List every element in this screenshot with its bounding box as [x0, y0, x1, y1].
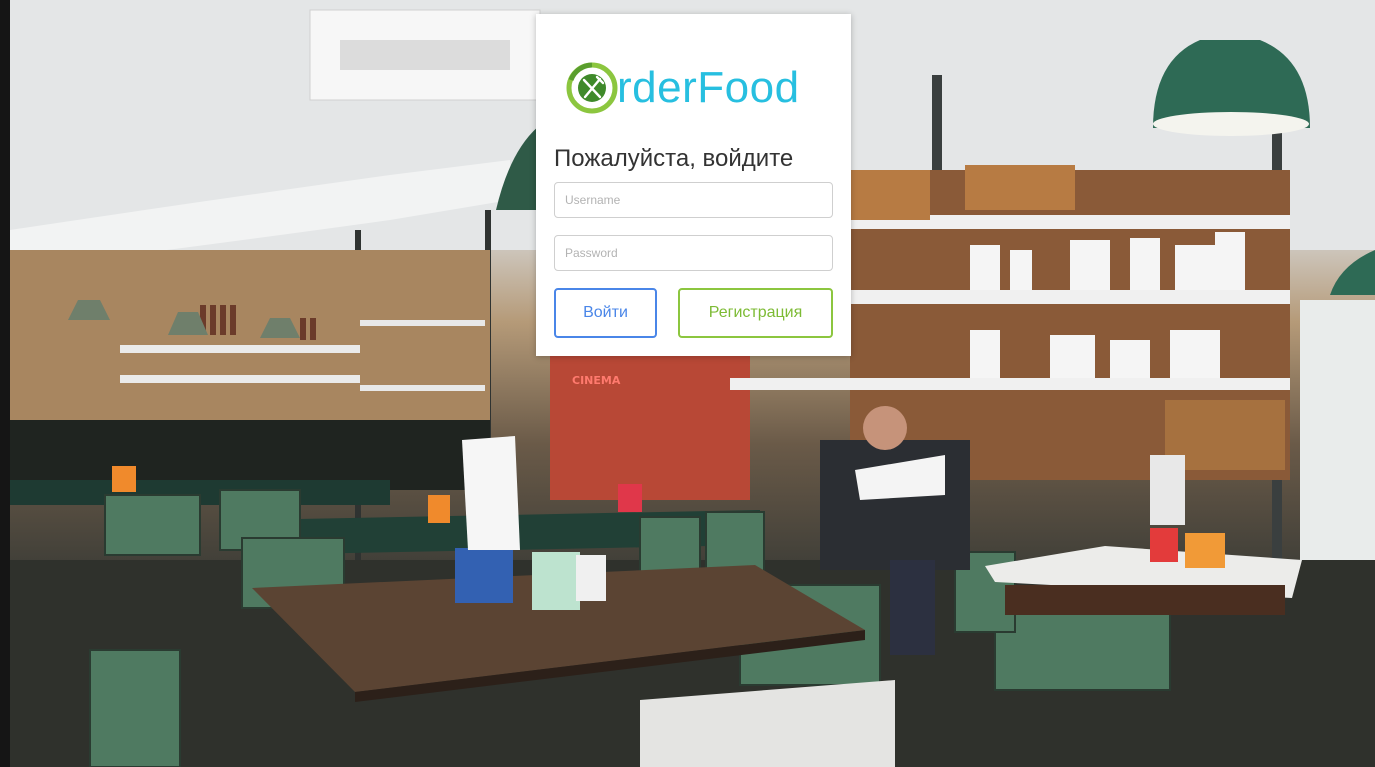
login-page: CINEMA rderFood Пожалуйста, войдите User… — [0, 0, 1375, 767]
brand-name: rderFood — [617, 63, 800, 112]
login-card: rderFood Пожалуйста, войдите Войти Регис… — [536, 14, 851, 356]
login-heading: Пожалуйста, войдите — [554, 145, 794, 172]
brand-logo: rderFood — [566, 58, 800, 118]
fork-knife-circle-icon — [566, 58, 620, 118]
register-button[interactable]: Регистрация — [678, 288, 833, 338]
login-button[interactable]: Войти — [554, 288, 657, 338]
left-edge-strip — [0, 0, 10, 767]
password-input[interactable] — [554, 235, 833, 271]
username-input[interactable] — [554, 182, 833, 218]
cinema-sign: CINEMA — [572, 374, 621, 387]
